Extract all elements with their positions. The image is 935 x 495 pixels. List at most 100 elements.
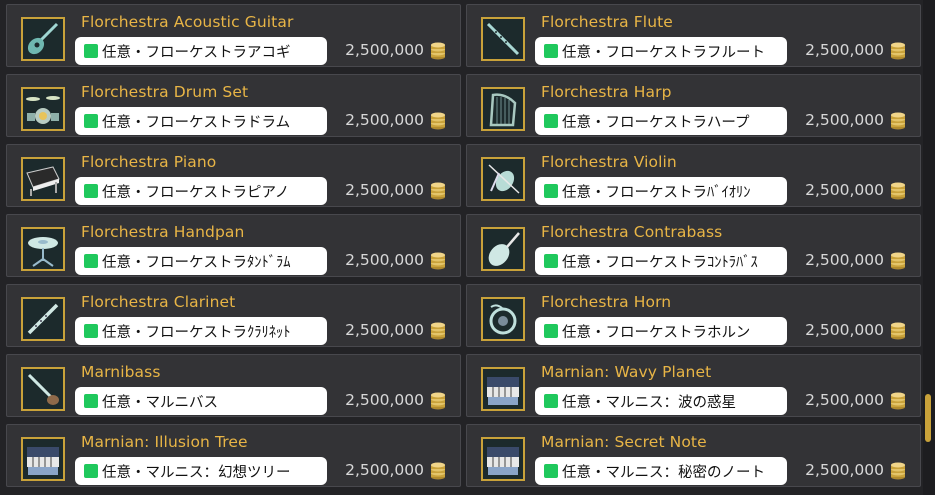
handpan-icon xyxy=(21,227,65,271)
item-title: Florchestra Acoustic Guitar xyxy=(81,13,294,31)
item-tag-label: 任意・フローケストラﾊﾞｲｵﾘﾝ xyxy=(535,177,787,205)
item-tag-label: 任意・マルニス：波の惑星 xyxy=(535,387,787,415)
gil-coin-stack-icon xyxy=(430,182,446,200)
item-tag-text: 任意・フローケストラｺﾝﾄﾗﾊﾞｽ xyxy=(562,254,758,271)
item-price: 2,500,000 xyxy=(345,111,424,129)
horn-icon xyxy=(481,297,525,341)
keyboard-icon xyxy=(21,437,65,481)
green-square-icon xyxy=(84,394,98,408)
gil-coin-stack-icon xyxy=(430,462,446,480)
item-price: 2,500,000 xyxy=(345,391,424,409)
item-tag-text: 任意・フローケストラﾊﾞｲｵﾘﾝ xyxy=(562,184,751,201)
item-card[interactable]: Florchestra Piano 任意・フローケストラピアノ 2,500,000 xyxy=(6,144,461,207)
item-price: 2,500,000 xyxy=(345,461,424,479)
item-card[interactable]: Florchestra Contrabass 任意・フローケストラｺﾝﾄﾗﾊﾞｽ 2… xyxy=(466,214,921,277)
item-title: Florchestra Horn xyxy=(541,293,672,311)
item-card[interactable]: Florchestra Violin 任意・フローケストラﾊﾞｲｵﾘﾝ 2,500,… xyxy=(466,144,921,207)
item-tag-label: 任意・フローケストラアコギ xyxy=(75,37,327,65)
item-card[interactable]: Marnian: Secret Note 任意・マルニス：秘密のノート 2,500,… xyxy=(466,424,921,487)
item-price: 2,500,000 xyxy=(805,111,884,129)
gil-coin-stack-icon xyxy=(430,392,446,410)
gil-coin-stack-icon xyxy=(430,322,446,340)
item-title: Marnian: Illusion Tree xyxy=(81,433,248,451)
item-tag-label: 任意・フローケストラｸﾗﾘﾈｯﾄ xyxy=(75,317,327,345)
contrabass-icon xyxy=(481,227,525,271)
item-tag-text: 任意・フローケストラｸﾗﾘﾈｯﾄ xyxy=(102,324,291,341)
item-tag-text: 任意・フローケストラﾀﾝﾄﾞﾗﾑ xyxy=(102,254,291,271)
item-tag-text: 任意・フローケストラピアノ xyxy=(102,184,290,201)
item-tag-text: 任意・フローケストラホルン xyxy=(562,324,751,341)
item-title: Florchestra Contrabass xyxy=(541,223,723,241)
keyboard-icon xyxy=(481,367,525,411)
item-tag-label: 任意・マルニス：幻想ツリー xyxy=(75,457,327,485)
item-tag-label: 任意・フローケストラﾀﾝﾄﾞﾗﾑ xyxy=(75,247,327,275)
item-tag-text: 任意・フローケストラフルート xyxy=(562,44,765,61)
item-tag-text: 任意・フローケストラハープ xyxy=(562,114,750,131)
harp-icon xyxy=(481,87,525,131)
gil-coin-stack-icon xyxy=(430,112,446,130)
gil-coin-stack-icon xyxy=(430,42,446,60)
green-square-icon xyxy=(84,184,98,198)
item-tag-text: 任意・マルニバス xyxy=(102,394,218,411)
item-tag-text: 任意・マルニス：幻想ツリー xyxy=(102,464,291,481)
item-tag-label: 任意・フローケストラｺﾝﾄﾗﾊﾞｽ xyxy=(535,247,787,275)
item-price: 2,500,000 xyxy=(805,251,884,269)
gil-coin-stack-icon xyxy=(890,392,906,410)
violin-icon xyxy=(481,157,525,201)
item-price: 2,500,000 xyxy=(345,41,424,59)
item-price: 2,500,000 xyxy=(805,181,884,199)
green-square-icon xyxy=(544,184,558,198)
keyboard-icon xyxy=(481,437,525,481)
item-tag-label: 任意・フローケストラハープ xyxy=(535,107,787,135)
green-square-icon xyxy=(84,44,98,58)
item-card[interactable]: Florchestra Handpan 任意・フローケストラﾀﾝﾄﾞﾗﾑ 2,500… xyxy=(6,214,461,277)
item-card[interactable]: Florchestra Acoustic Guitar 任意・フローケストラアコギ… xyxy=(6,4,461,67)
item-title: Marnian: Wavy Planet xyxy=(541,363,712,381)
green-square-icon xyxy=(544,254,558,268)
item-tag-text: 任意・マルニス：秘密のノート xyxy=(562,464,765,481)
item-card[interactable]: Marnian: Wavy Planet 任意・マルニス：波の惑星 2,500,00… xyxy=(466,354,921,417)
item-card[interactable]: Florchestra Clarinet 任意・フローケストラｸﾗﾘﾈｯﾄ 2,50… xyxy=(6,284,461,347)
item-card[interactable]: Florchestra Harp 任意・フローケストラハープ 2,500,000 xyxy=(466,74,921,137)
item-tag-text: 任意・マルニス：波の惑星 xyxy=(562,394,736,411)
item-price: 2,500,000 xyxy=(805,461,884,479)
item-card[interactable]: Florchestra Drum Set 任意・フローケストラドラム 2,500,0… xyxy=(6,74,461,137)
item-card[interactable]: Marnibass 任意・マルニバス 2,500,000 xyxy=(6,354,461,417)
item-card[interactable]: Marnian: Illusion Tree 任意・マルニス：幻想ツリー 2,500… xyxy=(6,424,461,487)
green-square-icon xyxy=(84,464,98,478)
gil-coin-stack-icon xyxy=(890,322,906,340)
item-tag-label: 任意・フローケストラピアノ xyxy=(75,177,327,205)
item-tag-text: 任意・フローケストラドラム xyxy=(102,114,291,131)
item-tag-label: 任意・マルニス：秘密のノート xyxy=(535,457,787,485)
item-tag-label: 任意・フローケストラホルン xyxy=(535,317,787,345)
piano-icon xyxy=(21,157,65,201)
item-price: 2,500,000 xyxy=(805,321,884,339)
drum-set-icon xyxy=(21,87,65,131)
item-grid: Florchestra Acoustic Guitar 任意・フローケストラアコギ… xyxy=(0,0,935,495)
green-square-icon xyxy=(84,324,98,338)
green-square-icon xyxy=(84,114,98,128)
item-title: Florchestra Drum Set xyxy=(81,83,249,101)
item-tag-label: 任意・フローケストラフルート xyxy=(535,37,787,65)
green-square-icon xyxy=(544,394,558,408)
item-title: Marnian: Secret Note xyxy=(541,433,707,451)
item-title: Florchestra Piano xyxy=(81,153,217,171)
gil-coin-stack-icon xyxy=(890,182,906,200)
item-tag-label: 任意・マルニバス xyxy=(75,387,327,415)
item-title: Florchestra Handpan xyxy=(81,223,245,241)
green-square-icon xyxy=(84,254,98,268)
gil-coin-stack-icon xyxy=(890,252,906,270)
item-price: 2,500,000 xyxy=(805,391,884,409)
clarinet-icon xyxy=(21,297,65,341)
gil-coin-stack-icon xyxy=(890,112,906,130)
item-price: 2,500,000 xyxy=(345,321,424,339)
scrollbar-thumb[interactable] xyxy=(925,394,931,442)
gil-coin-stack-icon xyxy=(890,462,906,480)
gil-coin-stack-icon xyxy=(890,42,906,60)
green-square-icon xyxy=(544,324,558,338)
item-card[interactable]: Florchestra Flute 任意・フローケストラフルート 2,500,000 xyxy=(466,4,921,67)
item-price: 2,500,000 xyxy=(345,181,424,199)
item-title: Florchestra Clarinet xyxy=(81,293,236,311)
item-card[interactable]: Florchestra Horn 任意・フローケストラホルン 2,500,000 xyxy=(466,284,921,347)
item-title: Florchestra Harp xyxy=(541,83,672,101)
